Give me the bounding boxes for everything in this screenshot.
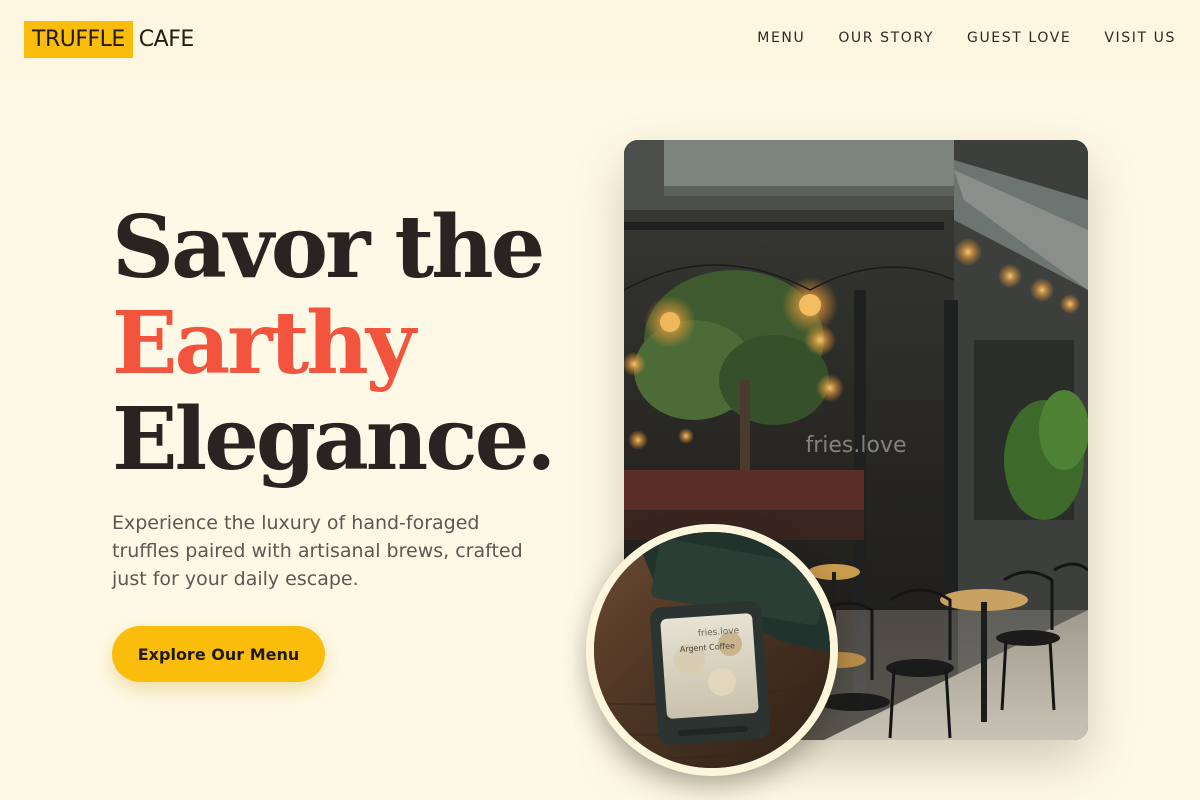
explore-menu-button[interactable]: Explore Our Menu bbox=[112, 626, 325, 682]
hero-title-accent: Earthy bbox=[112, 293, 416, 394]
hero-title-line-1: Savor the bbox=[112, 197, 545, 298]
nav-link-our-story[interactable]: OUR STORY bbox=[838, 30, 934, 46]
nav-link-menu[interactable]: MENU bbox=[757, 30, 805, 46]
main-nav: MENU OUR STORY GUEST LOVE VISIT US bbox=[757, 30, 1176, 46]
landing-page: TRUFFLE CAFE MENU OUR STORY GUEST LOVE V… bbox=[0, 0, 1200, 800]
hero-title-line-3: Elegance. bbox=[112, 389, 556, 490]
payment-terminal-photo: fries.love Argent Coffee bbox=[586, 524, 838, 776]
brand-logo[interactable]: TRUFFLE CAFE bbox=[24, 21, 194, 58]
nav-link-guest-love[interactable]: GUEST LOVE bbox=[967, 30, 1071, 46]
storefront-watermark: fries.love bbox=[805, 433, 906, 458]
site-header: TRUFFLE CAFE MENU OUR STORY GUEST LOVE V… bbox=[0, 0, 1200, 80]
hero-description: Experience the luxury of hand-foraged tr… bbox=[112, 512, 523, 590]
nav-link-visit-us[interactable]: VISIT US bbox=[1104, 30, 1176, 46]
brand-logo-highlight: TRUFFLE bbox=[24, 21, 133, 58]
brand-logo-text: CAFE bbox=[138, 27, 194, 52]
hero-title: Savor the Earthy Elegance. bbox=[112, 197, 556, 490]
